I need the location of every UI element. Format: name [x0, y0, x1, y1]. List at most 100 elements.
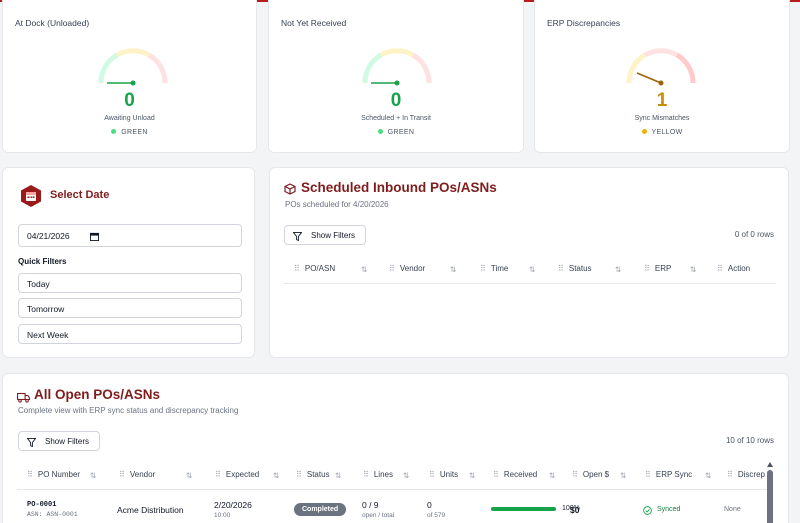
drag-handle-icon[interactable]: ⠿	[644, 264, 650, 273]
show-filters-label: Show Filters	[311, 231, 356, 240]
all-open-pos-panel: All Open POs/ASNs Complete view with ERP…	[2, 373, 789, 523]
column-header-received[interactable]: ⠿ Received	[493, 470, 537, 479]
sort-icon[interactable]: ⇅	[403, 471, 409, 480]
sort-icon[interactable]: ⇅	[335, 471, 341, 480]
gauge-status-label: GREEN	[387, 129, 415, 136]
lines-value: 0 / 9	[362, 500, 379, 510]
gauge-subtitle: Scheduled + In Transit	[361, 115, 431, 122]
table-row[interactable]: PO-0001 ASN: ASN-0001 Acme Distribution …	[17, 490, 769, 523]
drag-handle-icon[interactable]: ⠿	[572, 470, 578, 479]
quick-filter-label: Tomorrow	[27, 304, 65, 314]
package-icon	[284, 182, 296, 200]
column-header-label: Time	[490, 264, 509, 273]
sort-icon[interactable]: ⇅	[620, 471, 626, 480]
column-header-label: Expected	[225, 470, 260, 479]
asn-number: ASN: ASN-0001	[27, 511, 78, 518]
gauge-card-at-dock: At Dock (Unloaded) 0 Awaiting Unload GRE…	[2, 0, 257, 153]
column-header-po-number[interactable]: ⠿ PO Number	[27, 470, 80, 479]
column-header-erp[interactable]: ⠿ ERP	[644, 264, 671, 273]
received-progress-bar	[491, 507, 556, 511]
rows-count: 10 of 10 rows	[725, 436, 774, 445]
drag-handle-icon[interactable]: ⠿	[296, 470, 302, 479]
column-header-discrep[interactable]: ⠿ Discrep	[727, 470, 765, 479]
scheduled-inbound-panel: Scheduled Inbound POs/ASNs POs scheduled…	[269, 167, 789, 358]
column-header-label: Discrep	[737, 470, 765, 479]
column-header-units[interactable]: ⠿ Units	[429, 470, 458, 479]
gauge-status: GREEN	[269, 129, 523, 136]
drag-handle-icon[interactable]: ⠿	[480, 264, 486, 273]
show-filters-button[interactable]: Show Filters	[284, 225, 366, 245]
erp-sync-status: Synced	[657, 506, 681, 513]
sort-icon[interactable]: ⇅	[549, 471, 555, 480]
sort-icon[interactable]: ⇅	[705, 471, 711, 480]
date-input[interactable]: 04/21/2026	[18, 224, 242, 247]
column-header-vendor[interactable]: ⠿ Vendor	[119, 470, 155, 479]
drag-handle-icon[interactable]: ⠿	[27, 470, 33, 479]
status-badge-label: Completed	[302, 506, 339, 513]
open-amount: $0	[570, 505, 580, 515]
vertical-scrollbar[interactable]	[766, 462, 774, 523]
column-header-status[interactable]: ⠿ Status	[558, 264, 592, 273]
drag-handle-icon[interactable]: ⠿	[119, 470, 125, 479]
gauge-value: 0	[390, 90, 402, 111]
discrep-value: None	[724, 506, 741, 513]
scrollbar-thumb[interactable]	[767, 470, 773, 523]
drag-handle-icon[interactable]: ⠿	[727, 470, 733, 479]
drag-handle-icon[interactable]: ⠿	[717, 264, 723, 273]
quick-filter-label: Next Week	[27, 330, 69, 340]
drag-handle-icon[interactable]: ⠿	[215, 470, 221, 479]
column-header-action[interactable]: ⠿ Action	[717, 264, 750, 273]
drag-handle-icon[interactable]: ⠿	[429, 470, 435, 479]
column-header-status[interactable]: ⠿ Status	[296, 470, 330, 479]
column-header-label: Status	[568, 264, 592, 273]
select-date-panel: Select Date 04/21/2026 Quick Filters Tod…	[2, 167, 255, 358]
column-header-label: PO Number	[37, 470, 81, 479]
drag-handle-icon[interactable]: ⠿	[363, 470, 369, 479]
column-header-erp-sync[interactable]: ⠿ ERP Sync	[645, 470, 692, 479]
quick-filter-today[interactable]: Today	[18, 273, 242, 293]
column-header-label: PO/ASN	[304, 264, 336, 273]
open-pos-subtitle: Complete view with ERP sync status and d…	[18, 406, 239, 415]
calendar-icon[interactable]	[90, 232, 99, 241]
drag-handle-icon[interactable]: ⠿	[294, 264, 300, 273]
column-header-po-asn[interactable]: ⠿ PO/ASN	[294, 264, 335, 273]
gauge-value: 0	[124, 90, 135, 111]
sort-icon[interactable]: ⇅	[90, 471, 96, 480]
gauge-subtitle: Awaiting Unload	[104, 115, 155, 122]
quick-filter-tomorrow[interactable]: Tomorrow	[18, 298, 242, 318]
drag-handle-icon[interactable]: ⠿	[558, 264, 564, 273]
sort-icon[interactable]: ⇅	[361, 265, 367, 274]
received-progress-fill	[491, 507, 556, 511]
expected-time: 10:00	[214, 512, 231, 519]
column-header-lines[interactable]: ⠿ Lines	[363, 470, 393, 479]
column-header-open-amount[interactable]: ⠿ Open $	[572, 470, 609, 479]
sort-icon[interactable]: ⇅	[615, 265, 621, 274]
sort-icon[interactable]: ⇅	[529, 265, 535, 274]
units-sub: of 579	[427, 512, 446, 519]
rows-count: 0 of 0 rows	[734, 230, 774, 239]
sort-icon[interactable]: ⇅	[450, 265, 456, 274]
sort-icon[interactable]: ⇅	[273, 471, 279, 480]
drag-handle-icon[interactable]: ⠿	[493, 470, 499, 479]
drag-handle-icon[interactable]: ⠿	[389, 264, 395, 273]
column-header-label: Vendor	[399, 264, 426, 273]
select-date-title: Select Date	[50, 189, 110, 201]
column-header-expected[interactable]: ⠿ Expected	[215, 470, 259, 479]
quick-filters-label: Quick Filters	[18, 257, 67, 266]
po-number[interactable]: PO-0001	[27, 501, 56, 509]
scroll-up-arrow-icon[interactable]	[767, 462, 773, 467]
date-input-value: 04/21/2026	[27, 231, 70, 241]
sort-icon[interactable]: ⇅	[469, 471, 475, 480]
column-header-label: Received	[503, 470, 538, 479]
column-header-vendor[interactable]: ⠿ Vendor	[389, 264, 425, 273]
column-header-label: Open $	[582, 470, 610, 479]
show-filters-button[interactable]: Show Filters	[18, 431, 100, 451]
drag-handle-icon[interactable]: ⠿	[645, 470, 651, 479]
vendor-name: Acme Distribution	[117, 505, 184, 515]
quick-filter-next-week[interactable]: Next Week	[18, 324, 242, 344]
gauge-status-label: GREEN	[121, 129, 148, 136]
column-header-time[interactable]: ⠿ Time	[480, 264, 508, 273]
sort-icon[interactable]: ⇅	[690, 265, 696, 274]
sort-icon[interactable]: ⇅	[186, 471, 192, 480]
column-header-label: Action	[727, 264, 751, 273]
